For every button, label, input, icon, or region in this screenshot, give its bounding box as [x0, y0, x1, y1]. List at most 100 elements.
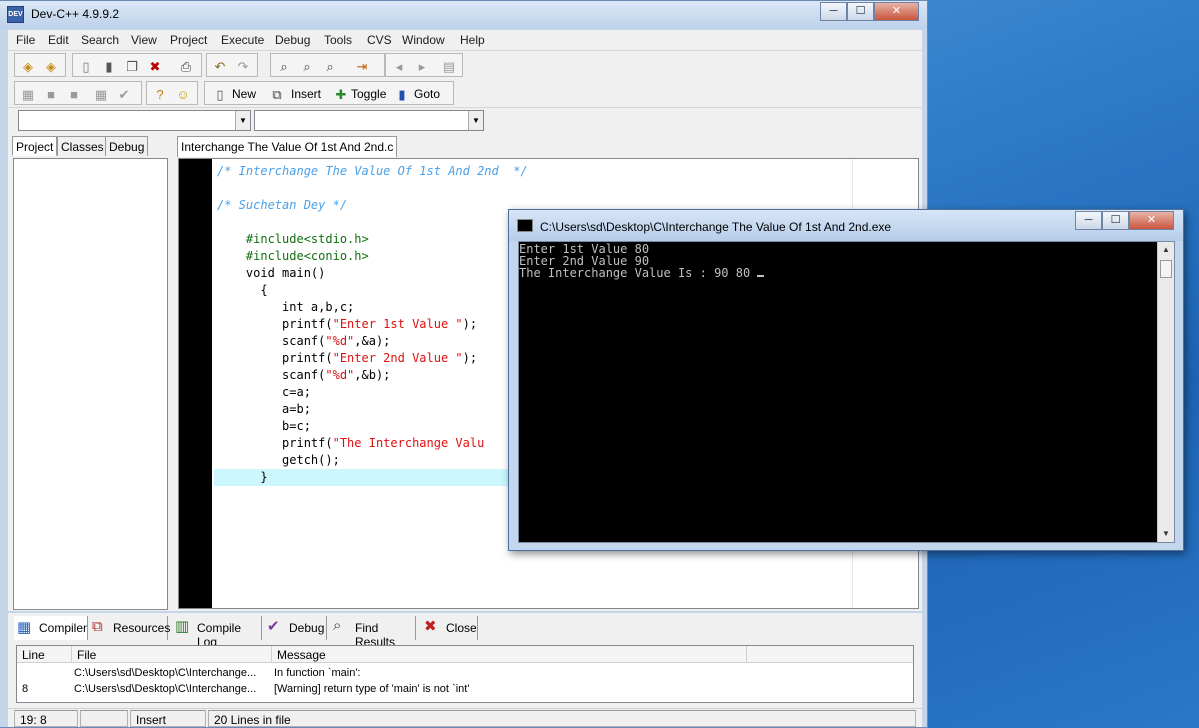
goto-line-icon[interactable]: ⇥ [353, 57, 371, 75]
menu-file[interactable]: File [16, 33, 35, 47]
chevron-down-icon[interactable]: ▼ [468, 111, 483, 130]
maximize-button[interactable]: ☐ [847, 2, 874, 21]
editor-tab[interactable]: Interchange The Value Of 1st And 2nd.c [177, 136, 398, 157]
member-combo[interactable]: ▼ [254, 110, 484, 131]
replace-icon[interactable]: ⌕ [298, 57, 316, 75]
console-title: C:\Users\sd\Desktop\C\Interchange The Va… [540, 220, 892, 234]
tab-resources[interactable]: ⧉ Resources [90, 616, 170, 640]
close-file-icon[interactable]: ✖ [146, 57, 164, 75]
console-text: Enter 1st Value 80 Enter 2nd Value 90 Th… [519, 242, 765, 279]
menu-debug[interactable]: Debug [275, 33, 310, 47]
menu-cvs[interactable]: CVS [367, 33, 392, 47]
run-icon[interactable]: ■ [42, 85, 60, 103]
about-icon[interactable]: ☺ [174, 85, 192, 103]
rebuild-icon[interactable]: ▦ [92, 85, 110, 103]
new-bookmark-icon[interactable]: ▯ [211, 85, 229, 103]
menu-tools[interactable]: Tools [324, 33, 352, 47]
tab-debug-bottom[interactable]: ✔ Debug [265, 616, 327, 640]
toggle-icon[interactable]: ✚ [332, 85, 350, 103]
tab-compile-log[interactable]: ▥ Compile Log [172, 616, 262, 649]
menu-execute[interactable]: Execute [221, 33, 264, 47]
code-token: printf( [217, 436, 333, 450]
title-bar[interactable]: DEV Dev-C++ 4.9.9.2 ─ ☐ ✕ [0, 1, 927, 29]
menu-project[interactable]: Project [170, 33, 207, 47]
class-browser-icon[interactable]: ▤ [440, 57, 458, 75]
new-project-icon[interactable]: ◈ [19, 57, 37, 75]
status-mode: Insert [130, 710, 206, 727]
code-line[interactable] [214, 180, 864, 197]
console-output[interactable]: Enter 1st Value 80 Enter 2nd Value 90 Th… [518, 241, 1175, 543]
help-icon[interactable]: ? [151, 85, 169, 103]
tab-close-label: Close [446, 621, 477, 635]
insert-button[interactable]: Insert [291, 87, 321, 101]
console-maximize-button[interactable]: ☐ [1102, 211, 1129, 230]
col-header-file[interactable]: File [72, 646, 272, 663]
code-token: #include<conio.h> [245, 249, 369, 263]
scroll-up-icon[interactable]: ▲ [1158, 242, 1174, 258]
scroll-thumb[interactable] [1160, 260, 1172, 278]
tab-compiler[interactable]: ▦ Compiler [14, 616, 88, 640]
toggle-button[interactable]: Toggle [351, 87, 386, 101]
window-title: Dev-C++ 4.9.9.2 [31, 7, 120, 21]
open-project-icon[interactable]: ◈ [42, 57, 60, 75]
close-button[interactable]: ✕ [874, 2, 919, 21]
menu-window[interactable]: Window [402, 33, 445, 47]
new-button[interactable]: New [232, 87, 256, 101]
compile-icon[interactable]: ▦ [19, 85, 37, 103]
insert-icon[interactable]: ⧉ [268, 85, 286, 103]
tab-find-results[interactable]: ⌕ Find Results [331, 616, 416, 649]
code-token: scanf( [217, 334, 326, 348]
find-next-icon[interactable]: ⌕ [321, 57, 339, 75]
goto-button[interactable]: Goto [414, 87, 440, 101]
tab-close[interactable]: ✖ Close [421, 616, 478, 640]
code-token: ,&a); [354, 334, 391, 348]
debug-check-icon: ✔ [267, 618, 280, 635]
tab-debug-label: Debug [289, 621, 325, 635]
undo-icon[interactable]: ↶ [211, 57, 229, 75]
find-icon[interactable]: ⌕ [275, 57, 293, 75]
console-icon [517, 219, 533, 232]
scroll-down-icon[interactable]: ▼ [1158, 526, 1174, 542]
menu-edit[interactable]: Edit [48, 33, 69, 47]
save-all-icon[interactable]: ❐ [123, 57, 141, 75]
code-token: "The Interchange Valu [332, 436, 485, 450]
console-close-button[interactable]: ✕ [1129, 211, 1174, 230]
menu-help[interactable]: Help [460, 33, 485, 47]
new-file-icon[interactable]: ▯ [77, 57, 95, 75]
code-line[interactable]: /* Interchange The Value Of 1st And 2nd … [214, 163, 864, 180]
console-cursor [757, 267, 765, 277]
project-tree[interactable] [13, 158, 168, 610]
menu-search[interactable]: Search [81, 33, 119, 47]
chevron-down-icon[interactable]: ▼ [235, 111, 250, 130]
goto-icon[interactable]: ▮ [393, 85, 411, 103]
menu-view[interactable]: View [131, 33, 157, 47]
forward-icon[interactable]: ▸ [413, 57, 431, 75]
code-token: b=c; [217, 419, 311, 433]
code-token: ); [462, 351, 478, 365]
compile-run-icon[interactable]: ■ [65, 85, 83, 103]
code-token: printf( [217, 317, 333, 331]
tab-debug[interactable]: Debug [105, 136, 149, 156]
back-icon[interactable]: ◂ [390, 57, 408, 75]
class-combo[interactable]: ▼ [18, 110, 251, 131]
tab-project[interactable]: Project [12, 136, 58, 156]
console-title-bar[interactable]: C:\Users\sd\Desktop\C\Interchange The Va… [509, 210, 1183, 241]
print-icon[interactable]: ⎙ [177, 57, 195, 75]
check-syntax-icon[interactable]: ✔ [115, 85, 133, 103]
tab-classes[interactable]: Classes [57, 136, 108, 156]
open-file-icon[interactable]: ▮ [100, 57, 118, 75]
code-token: printf( [217, 351, 333, 365]
console-scrollbar[interactable]: ▲ ▼ [1157, 242, 1174, 542]
compiler-icon: ▦ [17, 619, 32, 636]
redo-icon[interactable]: ↷ [234, 57, 252, 75]
status-lines: 20 Lines in file [208, 710, 916, 727]
code-token: ); [462, 317, 478, 331]
code-token: /* Interchange The Value Of 1st And 2nd … [217, 164, 528, 178]
console-minimize-button[interactable]: ─ [1075, 211, 1102, 230]
minimize-button[interactable]: ─ [820, 2, 847, 21]
tab-compiler-label: Compiler [39, 621, 88, 635]
col-header-message[interactable]: Message [272, 646, 747, 663]
compiler-message-list[interactable]: Line File Message C:\Users\sd\Desktop\C\… [16, 645, 914, 703]
console-window[interactable]: C:\Users\sd\Desktop\C\Interchange The Va… [508, 209, 1184, 551]
col-header-line[interactable]: Line [17, 646, 72, 663]
